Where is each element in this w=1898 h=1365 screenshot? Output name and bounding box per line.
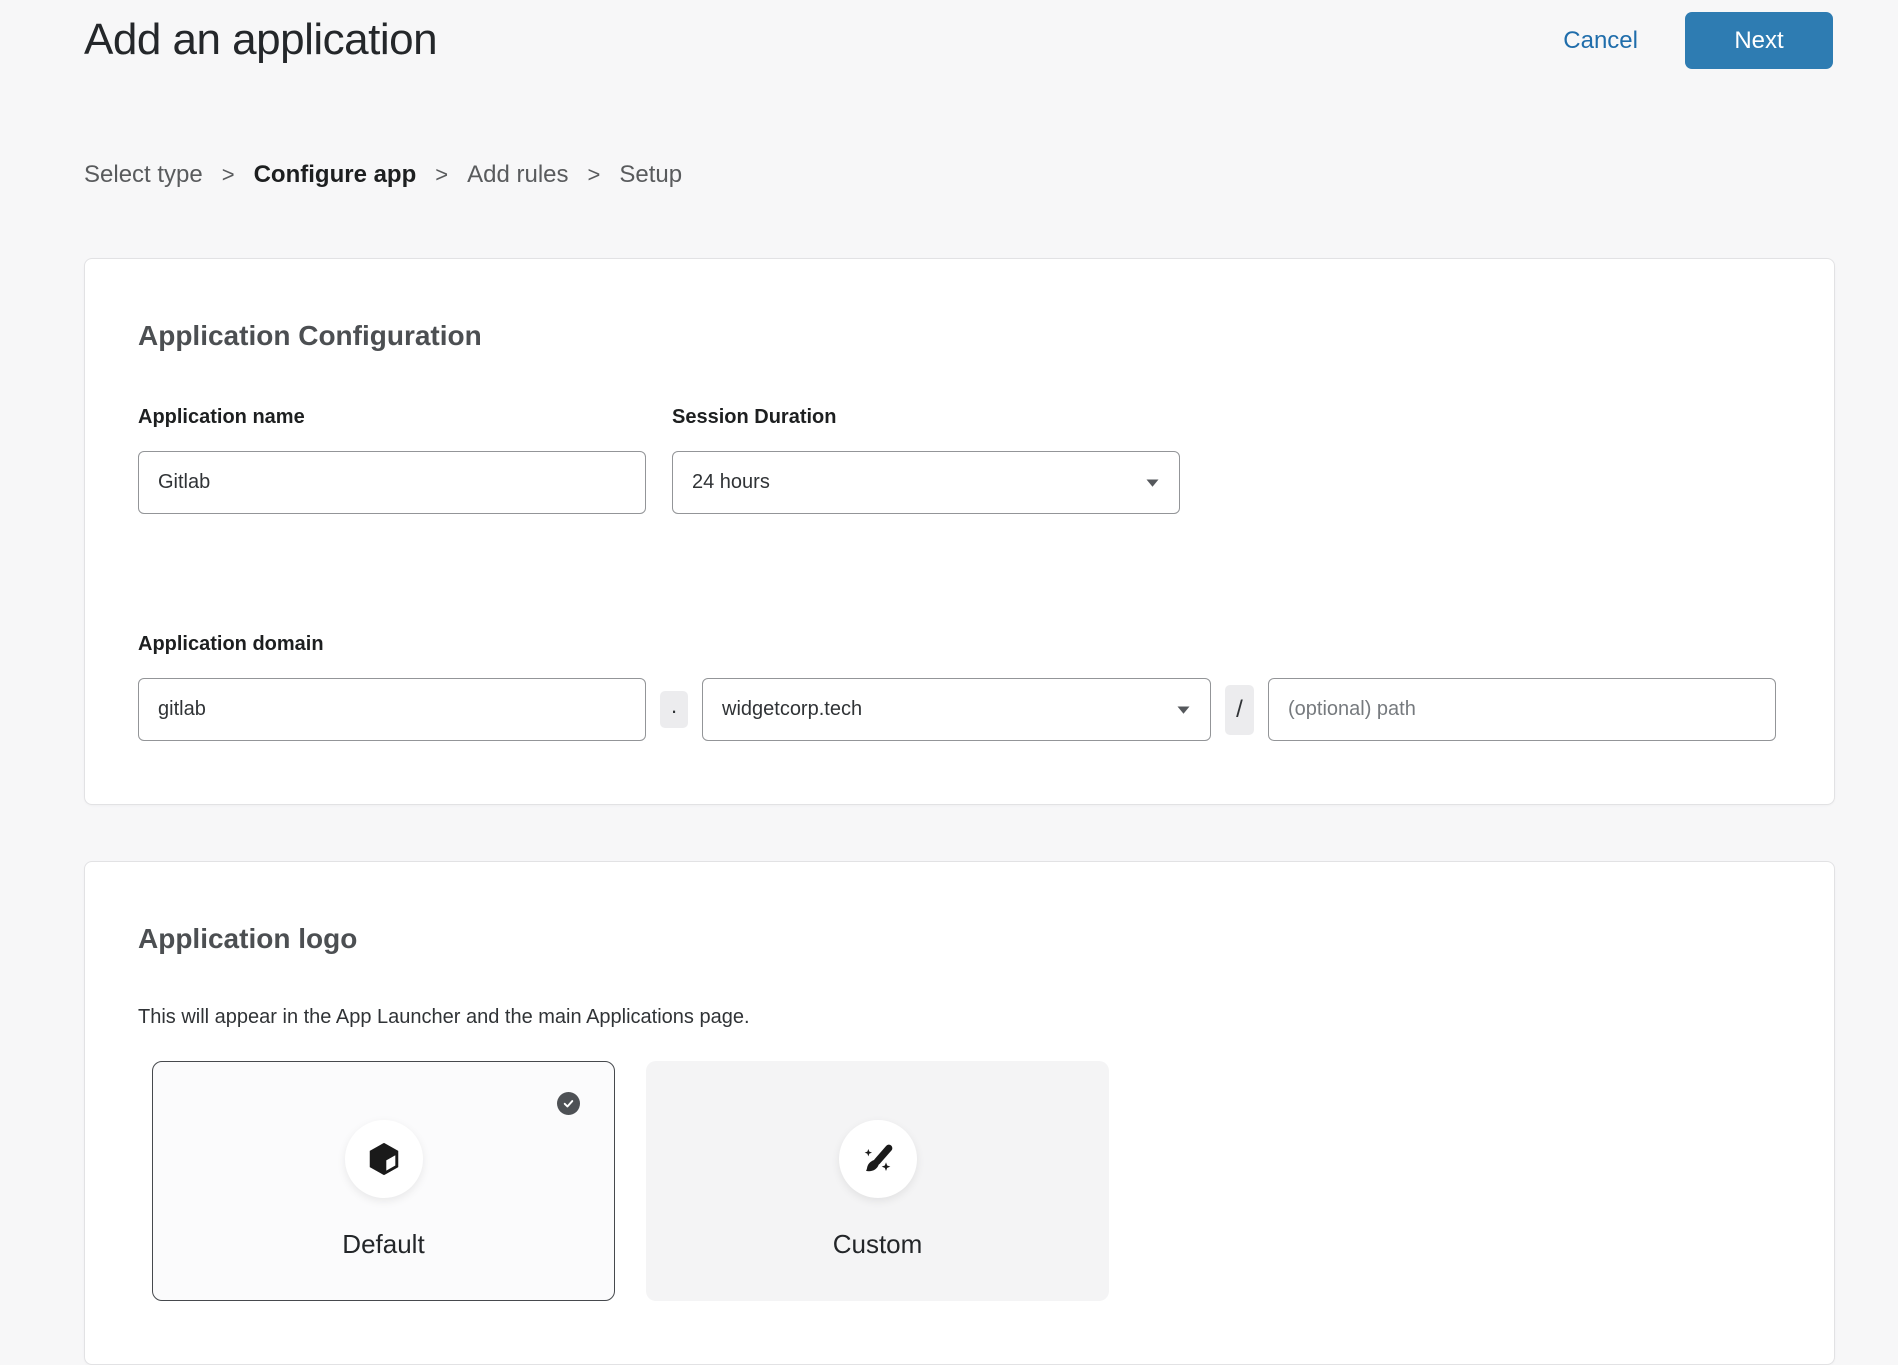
domain-select[interactable]: widgetcorp.tech xyxy=(702,678,1211,741)
subdomain-input[interactable] xyxy=(138,678,646,741)
logo-option-default[interactable]: Default xyxy=(152,1061,615,1301)
step-setup[interactable]: Setup xyxy=(619,161,682,189)
application-domain-row: . widgetcorp.tech / xyxy=(138,678,1781,741)
logo-section-title: Application logo xyxy=(138,922,1781,955)
application-logo-card: Application logo This will appear in the… xyxy=(84,861,1835,1365)
session-duration-label: Session Duration xyxy=(672,406,1180,429)
domain-dot-separator: . xyxy=(660,691,688,728)
path-input[interactable] xyxy=(1268,678,1776,741)
domain-slash-separator: / xyxy=(1225,685,1254,735)
session-duration-select[interactable]: 24 hours xyxy=(672,451,1180,514)
step-add-rules[interactable]: Add rules xyxy=(467,161,568,189)
custom-logo-circle xyxy=(839,1120,917,1198)
default-tile-label: Default xyxy=(342,1229,424,1260)
selected-check-icon xyxy=(557,1092,580,1115)
logo-option-custom[interactable]: Custom xyxy=(646,1061,1109,1301)
custom-tile-label: Custom xyxy=(833,1229,923,1260)
chevron-down-icon xyxy=(1176,705,1191,715)
default-logo-circle xyxy=(345,1120,423,1198)
application-name-input[interactable] xyxy=(138,451,646,514)
application-name-label: Application name xyxy=(138,406,646,429)
step-configure-app[interactable]: Configure app xyxy=(254,161,417,189)
session-duration-field-group: Session Duration 24 hours xyxy=(672,406,1180,514)
session-duration-value: 24 hours xyxy=(692,471,770,494)
logo-option-tiles: Default Custom xyxy=(152,1061,1781,1301)
header-actions: Cancel Next xyxy=(1563,12,1833,69)
cube-icon xyxy=(365,1140,403,1178)
paintbrush-icon xyxy=(858,1139,898,1179)
application-domain-label: Application domain xyxy=(138,633,1781,656)
name-duration-row: Application name Session Duration 24 hou… xyxy=(138,406,1781,514)
page-title: Add an application xyxy=(84,14,437,67)
logo-section-description: This will appear in the App Launcher and… xyxy=(138,1006,1781,1029)
page-header: Add an application Cancel Next xyxy=(0,0,1898,69)
domain-select-value: widgetcorp.tech xyxy=(722,698,862,721)
step-separator: > xyxy=(222,162,235,188)
application-name-field-group: Application name xyxy=(138,406,646,514)
step-separator: > xyxy=(435,162,448,188)
configuration-section-title: Application Configuration xyxy=(138,319,1781,352)
chevron-down-icon xyxy=(1145,478,1160,488)
step-select-type[interactable]: Select type xyxy=(84,161,203,189)
cancel-button[interactable]: Cancel xyxy=(1563,27,1638,55)
next-button[interactable]: Next xyxy=(1685,12,1833,69)
step-separator: > xyxy=(588,162,601,188)
wizard-steps: Select type > Configure app > Add rules … xyxy=(84,161,1898,189)
application-configuration-card: Application Configuration Application na… xyxy=(84,258,1835,805)
